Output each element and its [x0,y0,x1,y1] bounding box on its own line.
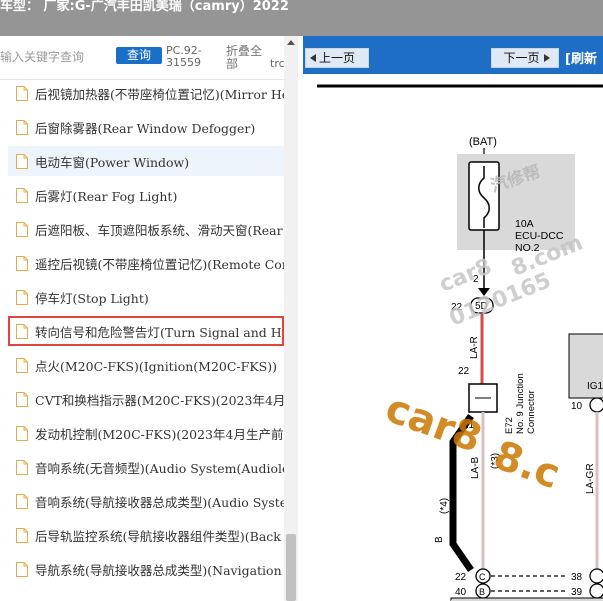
tree-item-label: 发动机控制(M20C-FKS)(2023年4月生产前)(Engine Contr… [35,426,284,442]
fuse-amp: 10A [515,218,534,230]
junction-pin-22: 22 [458,366,470,377]
tree-item-label: 音响系统(无音频型)(Audio System(Audioless Type)) [35,460,284,476]
wire-lagr-label: LA-GR [585,463,596,494]
file-icon [16,323,28,339]
tree-item[interactable]: 导航系统(导航接收器总成类型)(Navigation System) [8,554,284,584]
viewer-toolbar: 上一页 下一页 [刷新 [303,36,603,74]
file-icon [16,153,28,169]
tree-item[interactable]: 电动车窗(Power Window) [8,146,284,176]
pin-39: 39 [571,587,583,598]
tree-item[interactable]: 发动机控制(M20C-FKS)(2023年4月生产前)(Engine Contr… [8,418,284,448]
file-icon [16,221,28,237]
junction-label: E72 [504,417,515,434]
tree-item[interactable]: 遥控后视镜(不带座椅位置记忆)(Remote Control Mirror) [8,248,284,278]
tree-item-label: 音响系统(导航接收器总成类型)(Audio System(Navigation … [35,494,284,510]
next-page-label: 下一页 [503,51,540,65]
connector-b-label: B [479,587,485,597]
file-icon [16,357,28,373]
tree-item[interactable]: 点火(M20C-FKS)(Ignition(M20C-FKS)) [8,350,284,380]
truncated-label: trc [270,57,285,70]
file-icon [16,527,28,543]
diagram-viewer: 上一页 下一页 [刷新 (BAT) 10A ECU-DCC NO.2 2 22 … [303,36,603,601]
tree-item-label: 后窗除雾器(Rear Window Defogger) [35,120,256,136]
scrollbar-thumb[interactable] [286,534,296,601]
pin-22-bottom: 22 [455,572,467,583]
tree-item-selected[interactable]: 转向信号和危险警告灯(Turn Signal and Hazard Warnin… [8,316,284,346]
triangle-left-icon [310,54,316,62]
query-button[interactable]: 查询 [116,47,162,64]
prev-page-label: 上一页 [319,51,356,65]
file-icon [16,425,28,441]
pin-38: 38 [571,572,583,583]
file-icon [16,255,28,271]
file-icon [16,119,28,135]
prev-page-button[interactable]: 上一页 [305,48,369,68]
wire-lar-label: LA-R [469,336,480,359]
top-bar: 车型： 厂家:G-广汽丰田凯美瑞（camry）2022 [0,0,603,36]
ig-label: IG1 [587,381,603,392]
next-page-button[interactable]: 下一页 [491,48,559,68]
connector-c-label: C [479,572,486,582]
file-icon [16,289,28,305]
collapse-all-button[interactable]: 折叠全部 [226,45,266,71]
tree-item[interactable]: 后遮阳板、车顶遮阳板系统、滑动天窗(Rear Sunshade, Roof Su… [8,214,284,244]
file-icon [16,391,28,407]
tree-item-label: 后遮阳板、车顶遮阳板系统、滑动天窗(Rear Sunshade, Roof Su… [35,222,284,238]
left-panel: 查询 PC.92-31559 折叠全部 trc 后视镜加热器(不带座椅位置记忆)… [0,36,298,601]
tree-item[interactable]: 停车灯(Stop Light) [8,282,284,312]
scroll-up-arrow-icon[interactable] [284,36,298,50]
tree-item[interactable]: CVT和换档指示器(M20C-FKS)(2023年4月生产前) [8,384,284,414]
tree-item-label: 电动车窗(Power Window) [35,154,190,170]
tree-item-label: 转向信号和危险警告灯(Turn Signal and Hazard Warnin… [35,324,284,340]
junction-name: No. 9 Junction [515,373,526,434]
tree-item[interactable]: 后窗除雾器(Rear Window Defogger) [8,112,284,142]
file-icon [16,85,28,101]
tree-item[interactable]: 后导轨监控系统(导航接收器组件类型)(Back Guide Monitor Sy… [8,520,284,550]
wiring-diagram: (BAT) 10A ECU-DCC NO.2 2 22 5D LA-R 22 2… [317,84,603,601]
junction-name2: Connector [526,390,537,434]
search-row: 查询 PC.92-31559 折叠全部 trc [0,36,285,80]
tree-item-label: 后导轨监控系统(导航接收器组件类型)(Back Guide Monitor Sy… [35,528,284,544]
tree-item-label: 遥控后视镜(不带座椅位置记忆)(Remote Control Mirror) [35,256,284,272]
file-icon [16,459,28,475]
search-input[interactable] [0,47,112,67]
tree-item-label: CVT和换档指示器(M20C-FKS)(2023年4月生产前) [35,392,284,408]
tree-item-label: 点火(M20C-FKS)(Ignition(M20C-FKS)) [35,358,277,374]
tree-scrollbar[interactable] [284,36,298,601]
tree-item-label: 停车灯(Stop Light) [35,290,149,306]
file-icon [16,187,28,203]
tree-item-label: 后视镜加热器(不带座椅位置记忆)(Mirror Heater(w/o Memor… [35,86,284,102]
file-icon [16,493,28,509]
tree-item-label: 后雾灯(Rear Fog Light) [35,188,178,204]
note-4: (*4) [439,498,450,514]
tree-item[interactable]: 后视镜加热器(不带座椅位置记忆)(Mirror Heater(w/o Memor… [8,80,284,108]
wire-b-label: B [434,536,445,543]
pc-code: PC.92-31559 [166,44,202,69]
tree-item-label: 导航系统(导航接收器总成类型)(Navigation System) [35,562,284,578]
tree-item[interactable]: 后雾灯(Rear Fog Light) [8,180,284,210]
pin-10: 10 [571,401,583,412]
bat-label: (BAT) [469,136,497,148]
file-icon [16,561,28,577]
pin-40: 40 [455,587,467,598]
document-tree: 后视镜加热器(不带座椅位置记忆)(Mirror Heater(w/o Memor… [0,80,284,601]
refresh-link[interactable]: [刷新 [565,48,597,67]
watermark-text: 8.c [488,432,566,498]
triangle-right-icon [543,54,550,62]
tree-item[interactable]: 音响系统(无音频型)(Audio System(Audioless Type)) [8,452,284,482]
tree-item[interactable]: 音响系统(导航接收器总成类型)(Audio System(Navigation … [8,486,284,516]
vehicle-title: 车型： 厂家:G-广汽丰田凯美瑞（camry）2022 [0,0,289,14]
